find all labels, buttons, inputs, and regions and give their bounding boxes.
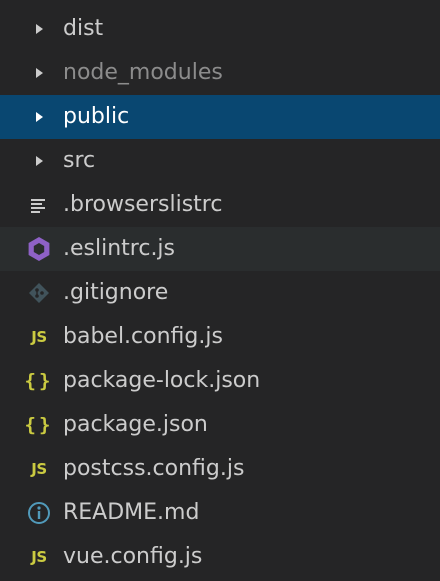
tree-item-label: public	[63, 104, 130, 129]
info-icon	[24, 491, 54, 535]
tree-item-readme-file[interactable]: README.md	[0, 491, 440, 535]
tree-item-label: postcss.config.js	[63, 456, 245, 481]
tree-item-browserslistrc-file[interactable]: .browserslistrc	[0, 183, 440, 227]
tree-item-package-lock-file[interactable]: {} package-lock.json	[0, 359, 440, 403]
tree-item-dist-folder[interactable]: dist	[0, 7, 440, 51]
tree-item-label: node_modules	[63, 60, 223, 85]
json-icon: {}	[24, 414, 54, 436]
tree-item-label: .browserslistrc	[63, 192, 223, 217]
tree-item-label: package.json	[63, 412, 208, 437]
tree-item-public-folder[interactable]: public	[0, 95, 440, 139]
js-icon: JS	[31, 460, 47, 478]
chevron-right-icon[interactable]	[24, 139, 54, 183]
file-explorer-tree: dist node_modules public src .browsersli…	[0, 0, 440, 581]
chevron-right-icon[interactable]	[24, 51, 54, 95]
config-lines-icon	[24, 183, 54, 227]
js-icon: JS	[31, 328, 47, 346]
tree-item-label: README.md	[63, 500, 200, 525]
tree-item-label: vue.config.js	[63, 544, 203, 569]
tree-item-label: dist	[63, 16, 104, 41]
tree-item-node-modules-folder[interactable]: node_modules	[0, 51, 440, 95]
json-icon: {}	[24, 370, 54, 392]
tree-item-label: src	[63, 148, 96, 173]
git-icon	[24, 271, 54, 315]
js-icon: JS	[31, 548, 47, 566]
tree-item-label: .gitignore	[63, 280, 169, 305]
tree-item-label: babel.config.js	[63, 324, 223, 349]
chevron-right-icon[interactable]	[24, 7, 54, 51]
tree-item-label: .eslintrc.js	[63, 236, 176, 261]
tree-item-label: package-lock.json	[63, 368, 261, 393]
tree-item-package-json-file[interactable]: {} package.json	[0, 403, 440, 447]
tree-item-postcss-config-file[interactable]: JS postcss.config.js	[0, 447, 440, 491]
eslint-icon	[24, 227, 54, 271]
tree-item-src-folder[interactable]: src	[0, 139, 440, 183]
tree-item-gitignore-file[interactable]: .gitignore	[0, 271, 440, 315]
chevron-right-icon[interactable]	[24, 95, 54, 139]
tree-item-eslintrc-file[interactable]: .eslintrc.js	[0, 227, 440, 271]
tree-item-babel-config-file[interactable]: JS babel.config.js	[0, 315, 440, 359]
tree-item-vue-config-file[interactable]: JS vue.config.js	[0, 535, 440, 579]
